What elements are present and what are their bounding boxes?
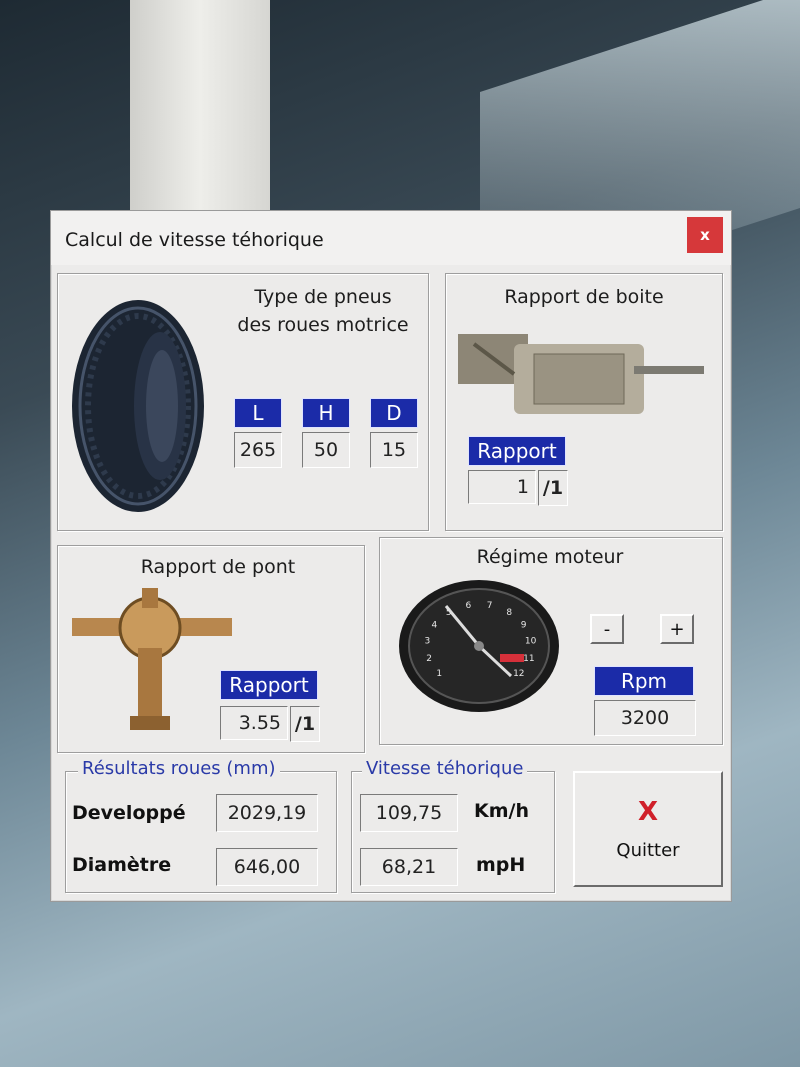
axle-title: Rapport de pont bbox=[140, 556, 296, 578]
tach-number: 8 bbox=[506, 608, 512, 618]
tach-number: 4 bbox=[432, 620, 438, 630]
tachometer-image: 123456 789101112 bbox=[399, 580, 559, 712]
tach-number: 10 bbox=[525, 637, 537, 647]
width-input[interactable]: 265 bbox=[234, 432, 282, 468]
height-input[interactable]: 50 bbox=[302, 432, 350, 468]
tyre-group: Type de pneus des roues motrice L H D 26… bbox=[57, 273, 429, 531]
axle-ratio-input[interactable]: 3.55 bbox=[220, 706, 288, 740]
tach-number: 6 bbox=[466, 601, 472, 611]
rpm-input[interactable]: 3200 bbox=[594, 700, 696, 736]
diameter-header: D bbox=[370, 398, 418, 428]
diameter-label: Diamètre bbox=[72, 854, 172, 876]
window-title: Calcul de vitesse téhorique bbox=[65, 229, 324, 251]
engine-speed-title: Régime moteur bbox=[476, 546, 624, 568]
close-button[interactable]: x bbox=[687, 217, 723, 253]
width-header: L bbox=[234, 398, 282, 428]
rpm-decrease-button[interactable]: - bbox=[590, 614, 624, 644]
differential-image bbox=[72, 588, 232, 730]
gearbox-ratio-suffix: /1 bbox=[538, 470, 568, 506]
speed-legend: Vitesse téhorique bbox=[362, 758, 528, 779]
rpm-increase-button[interactable]: + bbox=[660, 614, 694, 644]
quit-button[interactable]: X Quitter bbox=[573, 771, 723, 887]
gearbox-title: Rapport de boite bbox=[504, 286, 664, 308]
theoretical-speed-group: Vitesse téhorique 109,75 Km/h 68,21 mpH bbox=[351, 758, 555, 893]
gearbox-image bbox=[458, 334, 704, 414]
tach-number: 7 bbox=[487, 601, 493, 611]
tach-number: 2 bbox=[426, 654, 432, 664]
tyre-image bbox=[72, 300, 204, 512]
tach-number: 12 bbox=[513, 669, 524, 679]
mph-unit: mpH bbox=[476, 854, 526, 876]
height-header: H bbox=[302, 398, 350, 428]
quit-label: Quitter bbox=[616, 839, 680, 861]
diameter-value: 646,00 bbox=[216, 848, 318, 886]
gearbox-ratio-input[interactable]: 1 bbox=[468, 470, 536, 504]
wheel-results-legend: Résultats roues (mm) bbox=[78, 758, 280, 779]
tach-number: 3 bbox=[425, 637, 431, 647]
gearbox-group: Rapport de boite Rapport 1 /1 bbox=[445, 273, 723, 531]
circumference-value: 2029,19 bbox=[216, 794, 318, 832]
diameter-input[interactable]: 15 bbox=[370, 432, 418, 468]
speed-calculator-window: Calcul de vitesse téhorique x Type de pn… bbox=[50, 210, 732, 902]
tyre-title-line2: des roues motrice bbox=[237, 314, 409, 336]
title-bar: Calcul de vitesse téhorique x bbox=[51, 211, 731, 265]
engine-speed-group: Régime moteur 1 2 3 4 5 6 7 8 9 10 11 12 - + Rpm 32… bbox=[379, 537, 723, 745]
background-pillar bbox=[130, 0, 270, 230]
tach-number: 9 bbox=[521, 620, 527, 630]
axle-ratio-header: Rapport bbox=[220, 670, 318, 700]
axle-group: Rapport de pont Rapport 3.55 /1 bbox=[57, 545, 365, 753]
wheel-results-group: Résultats roues (mm) Developpé 2029,19 D… bbox=[65, 758, 337, 893]
tach-number: 1 bbox=[436, 669, 442, 679]
tach-number: 11 bbox=[523, 654, 534, 664]
kmh-value: 109,75 bbox=[360, 794, 458, 832]
circumference-label: Developpé bbox=[72, 802, 186, 824]
tyre-title-line1: Type de pneus bbox=[254, 286, 392, 308]
gearbox-ratio-header: Rapport bbox=[468, 436, 566, 466]
mph-value: 68,21 bbox=[360, 848, 458, 886]
rpm-header: Rpm bbox=[594, 666, 694, 696]
quit-x-icon: X bbox=[637, 796, 659, 827]
kmh-unit: Km/h bbox=[474, 800, 529, 822]
axle-ratio-suffix: /1 bbox=[290, 706, 320, 742]
